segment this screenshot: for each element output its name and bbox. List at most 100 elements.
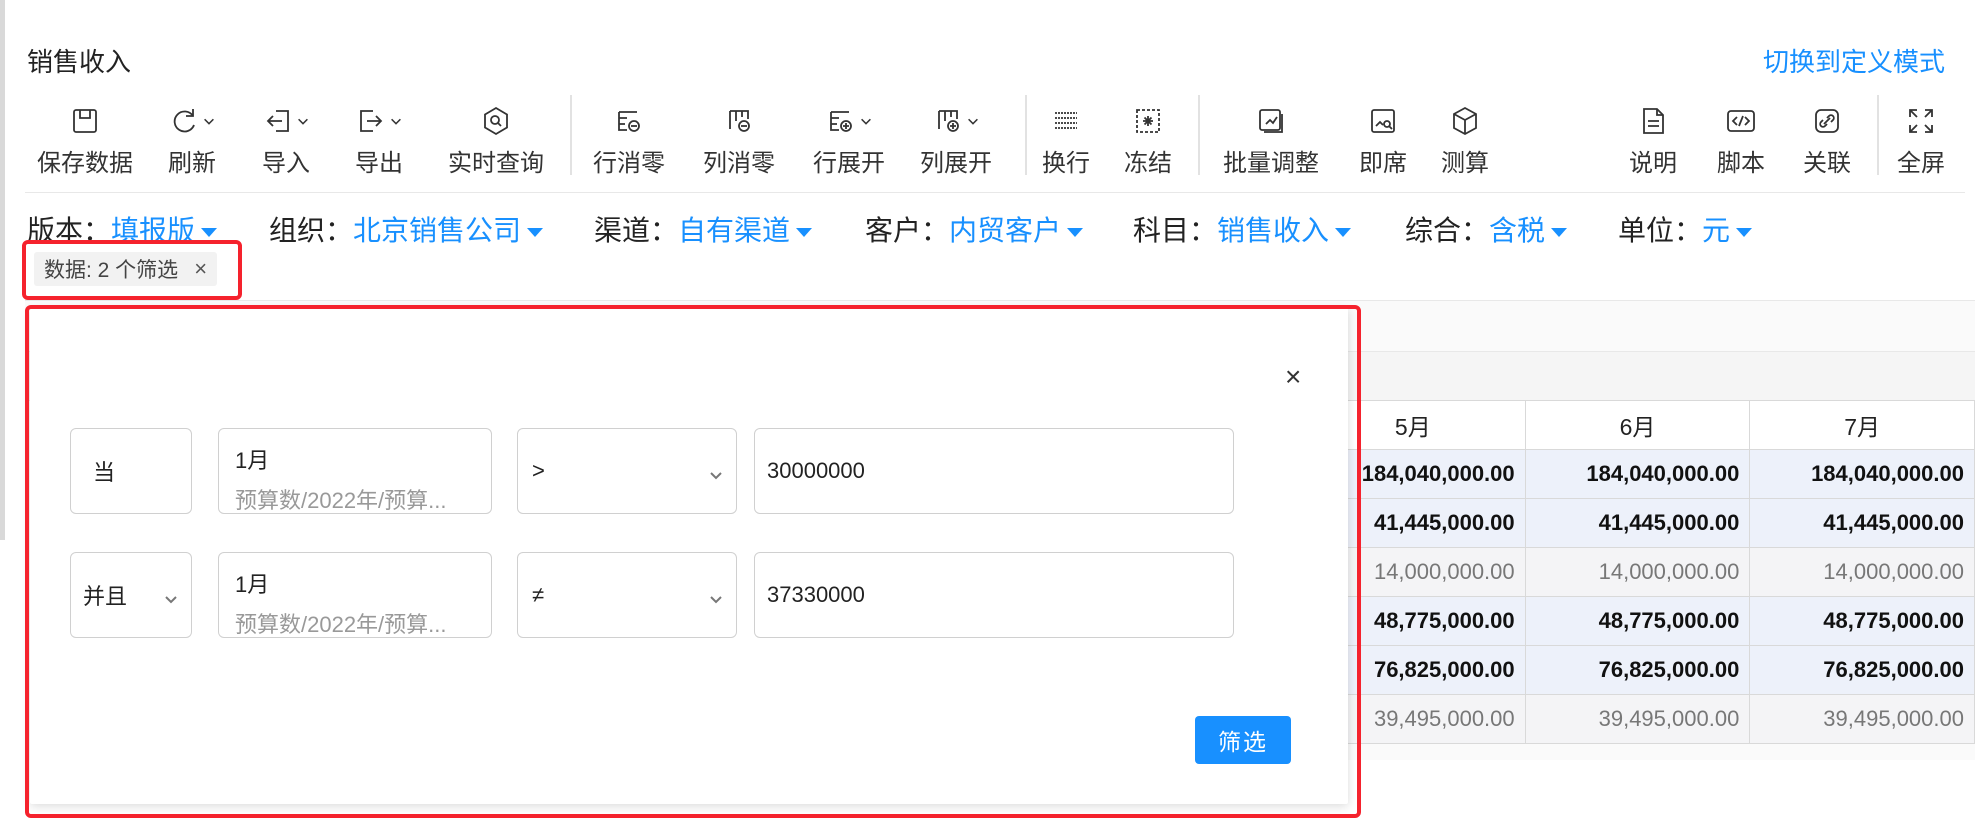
filter-composite-value: 含税 xyxy=(1489,215,1546,246)
filter-account[interactable]: 科目：销售收入 xyxy=(1133,209,1352,249)
operator-select[interactable]: ≠ xyxy=(517,552,737,638)
freeze-button[interactable]: 冻结 xyxy=(1124,103,1172,181)
description-button[interactable]: 说明 xyxy=(1629,103,1677,181)
import-button[interactable]: 导入 xyxy=(262,103,310,181)
description-icon xyxy=(1643,108,1664,134)
save-icon xyxy=(73,109,97,133)
row-expand-button[interactable]: 行展开 xyxy=(813,103,885,181)
save-data-label: 保存数据 xyxy=(37,150,133,177)
toolbar-divider xyxy=(570,95,572,175)
refresh-icon xyxy=(173,109,195,133)
toolbar-divider xyxy=(1025,95,1027,175)
value-input[interactable]: 37330000 xyxy=(754,552,1234,638)
link-button[interactable]: 关联 xyxy=(1803,103,1851,181)
table-row: 76,825,000.00 76,825,000.00 76,825,000.0… xyxy=(1300,645,1975,695)
column-header[interactable]: 7月 xyxy=(1749,400,1975,450)
export-button[interactable]: 导出 xyxy=(355,103,403,181)
adhoc-icon xyxy=(1371,109,1395,133)
refresh-button[interactable]: 刷新 xyxy=(168,103,216,181)
caret-down-icon xyxy=(1335,228,1352,238)
caret-down-icon xyxy=(1736,228,1753,238)
wrap-button[interactable]: 换行 xyxy=(1042,103,1090,181)
filter-organization-value: 北京销售公司 xyxy=(353,215,522,246)
table-cell[interactable]: 14,000,000.00 xyxy=(1524,547,1751,597)
active-filter-chip[interactable]: 数据: 2 个筛选 × xyxy=(34,252,218,286)
table-cell[interactable]: 39,495,000.00 xyxy=(1524,694,1751,744)
toolbar-divider xyxy=(1877,95,1879,175)
member-selector[interactable]: 1月 预算数/2022年/预算... xyxy=(218,552,492,638)
table-row: 39,495,000.00 39,495,000.00 39,495,000.0… xyxy=(1300,694,1975,744)
filter-version-key: 版本： xyxy=(27,215,112,246)
table-row: 41,445,000.00 41,445,000.00 41,445,000.0… xyxy=(1300,498,1975,548)
filter-channel[interactable]: 渠道：自有渠道 xyxy=(594,209,813,249)
filter-composite-key: 综合： xyxy=(1405,215,1490,246)
filter-customer[interactable]: 客户：内贸客户 xyxy=(865,209,1084,249)
toolbar-divider xyxy=(1198,95,1200,175)
realtime-query-button[interactable]: 实时查询 xyxy=(448,103,544,181)
caret-down-icon xyxy=(1551,228,1568,238)
condition-label: 当 xyxy=(70,428,192,514)
column-remove-zero-label: 列消零 xyxy=(703,150,775,177)
adhoc-label: 即席 xyxy=(1359,150,1407,177)
table-cell[interactable]: 14,000,000.00 xyxy=(1749,547,1975,597)
value-input[interactable]: 30000000 xyxy=(754,428,1234,514)
table-row: 48,775,000.00 48,775,000.00 48,775,000.0… xyxy=(1300,596,1975,646)
filter-version[interactable]: 版本：填报版 xyxy=(27,209,218,249)
column-expand-button[interactable]: 列展开 xyxy=(920,103,992,181)
switch-to-define-mode-link[interactable]: 切换到定义模式 xyxy=(1763,42,1945,79)
column-header[interactable]: 6月 xyxy=(1524,400,1751,450)
chevron-down-icon xyxy=(968,118,978,125)
calculate-label: 测算 xyxy=(1441,150,1489,177)
logic-operator-value: 并且 xyxy=(83,584,128,609)
adhoc-button[interactable]: 即席 xyxy=(1359,103,1407,181)
description-label: 说明 xyxy=(1629,150,1677,177)
filter-submit-button[interactable]: 筛选 xyxy=(1195,716,1291,764)
batch-adjust-label: 批量调整 xyxy=(1223,150,1319,177)
script-icon xyxy=(1727,110,1755,132)
fullscreen-button[interactable]: 全屏 xyxy=(1897,103,1945,181)
save-data-button[interactable]: 保存数据 xyxy=(37,103,133,181)
table-cell[interactable]: 184,040,000.00 xyxy=(1749,449,1975,499)
table-cell[interactable]: 39,495,000.00 xyxy=(1749,694,1975,744)
table-cell[interactable]: 76,825,000.00 xyxy=(1749,645,1975,695)
member-name: 1月 xyxy=(235,448,270,473)
caret-down-icon xyxy=(527,228,544,238)
row-remove-zero-button[interactable]: 行消零 xyxy=(593,103,665,181)
active-filter-chip-label: 数据: 2 个筛选 xyxy=(44,259,179,282)
table-cell[interactable]: 48,775,000.00 xyxy=(1749,596,1975,646)
script-button[interactable]: 脚本 xyxy=(1717,103,1765,181)
wrap-icon xyxy=(1055,112,1077,129)
filter-unit-value: 元 xyxy=(1702,215,1731,246)
table-header-row: 5月 6月 7月 xyxy=(1300,400,1975,450)
filter-customer-value: 内贸客户 xyxy=(949,215,1062,246)
filter-organization[interactable]: 组织：北京销售公司 xyxy=(269,209,544,249)
wrap-label: 换行 xyxy=(1042,150,1090,177)
filter-account-key: 科目： xyxy=(1133,215,1218,246)
member-selector[interactable]: 1月 预算数/2022年/预算... xyxy=(218,428,492,514)
table-cell[interactable]: 41,445,000.00 xyxy=(1749,498,1975,548)
data-filter-dialog: × 当 1月 预算数/2022年/预算... > 30000000 并且 1月 … xyxy=(30,308,1348,804)
filter-composite[interactable]: 综合：含税 xyxy=(1405,209,1568,249)
calculate-button[interactable]: 测算 xyxy=(1441,103,1489,181)
batch-adjust-button[interactable]: 批量调整 xyxy=(1223,103,1319,181)
dialog-close-icon[interactable]: × xyxy=(1285,361,1301,393)
fullscreen-icon xyxy=(1909,109,1933,133)
table-cell[interactable]: 184,040,000.00 xyxy=(1524,449,1751,499)
data-table: 5月 6月 7月 184,040,000.00 184,040,000.00 1… xyxy=(1300,400,1975,744)
table-cell[interactable]: 76,825,000.00 xyxy=(1524,645,1751,695)
filter-unit[interactable]: 单位：元 xyxy=(1618,209,1753,249)
filter-channel-value: 自有渠道 xyxy=(678,215,791,246)
column-remove-zero-button[interactable]: 列消零 xyxy=(703,103,775,181)
table-cell[interactable]: 48,775,000.00 xyxy=(1524,596,1751,646)
chevron-down-icon xyxy=(163,587,179,613)
chevron-down-icon xyxy=(204,118,214,125)
toolbar-divider-line xyxy=(25,192,1965,193)
table-cell[interactable]: 41,445,000.00 xyxy=(1524,498,1751,548)
chevron-down-icon xyxy=(391,118,401,125)
chip-close-icon[interactable]: × xyxy=(194,256,207,282)
member-name: 1月 xyxy=(235,572,270,597)
toolbar: 保存数据 刷新 导入 导出 实时查询 行消零 列消零 行展开 列展开 换行 冻结 xyxy=(25,95,1965,183)
export-icon xyxy=(360,110,383,132)
operator-select[interactable]: > xyxy=(517,428,737,514)
logic-operator-select[interactable]: 并且 xyxy=(70,552,192,638)
